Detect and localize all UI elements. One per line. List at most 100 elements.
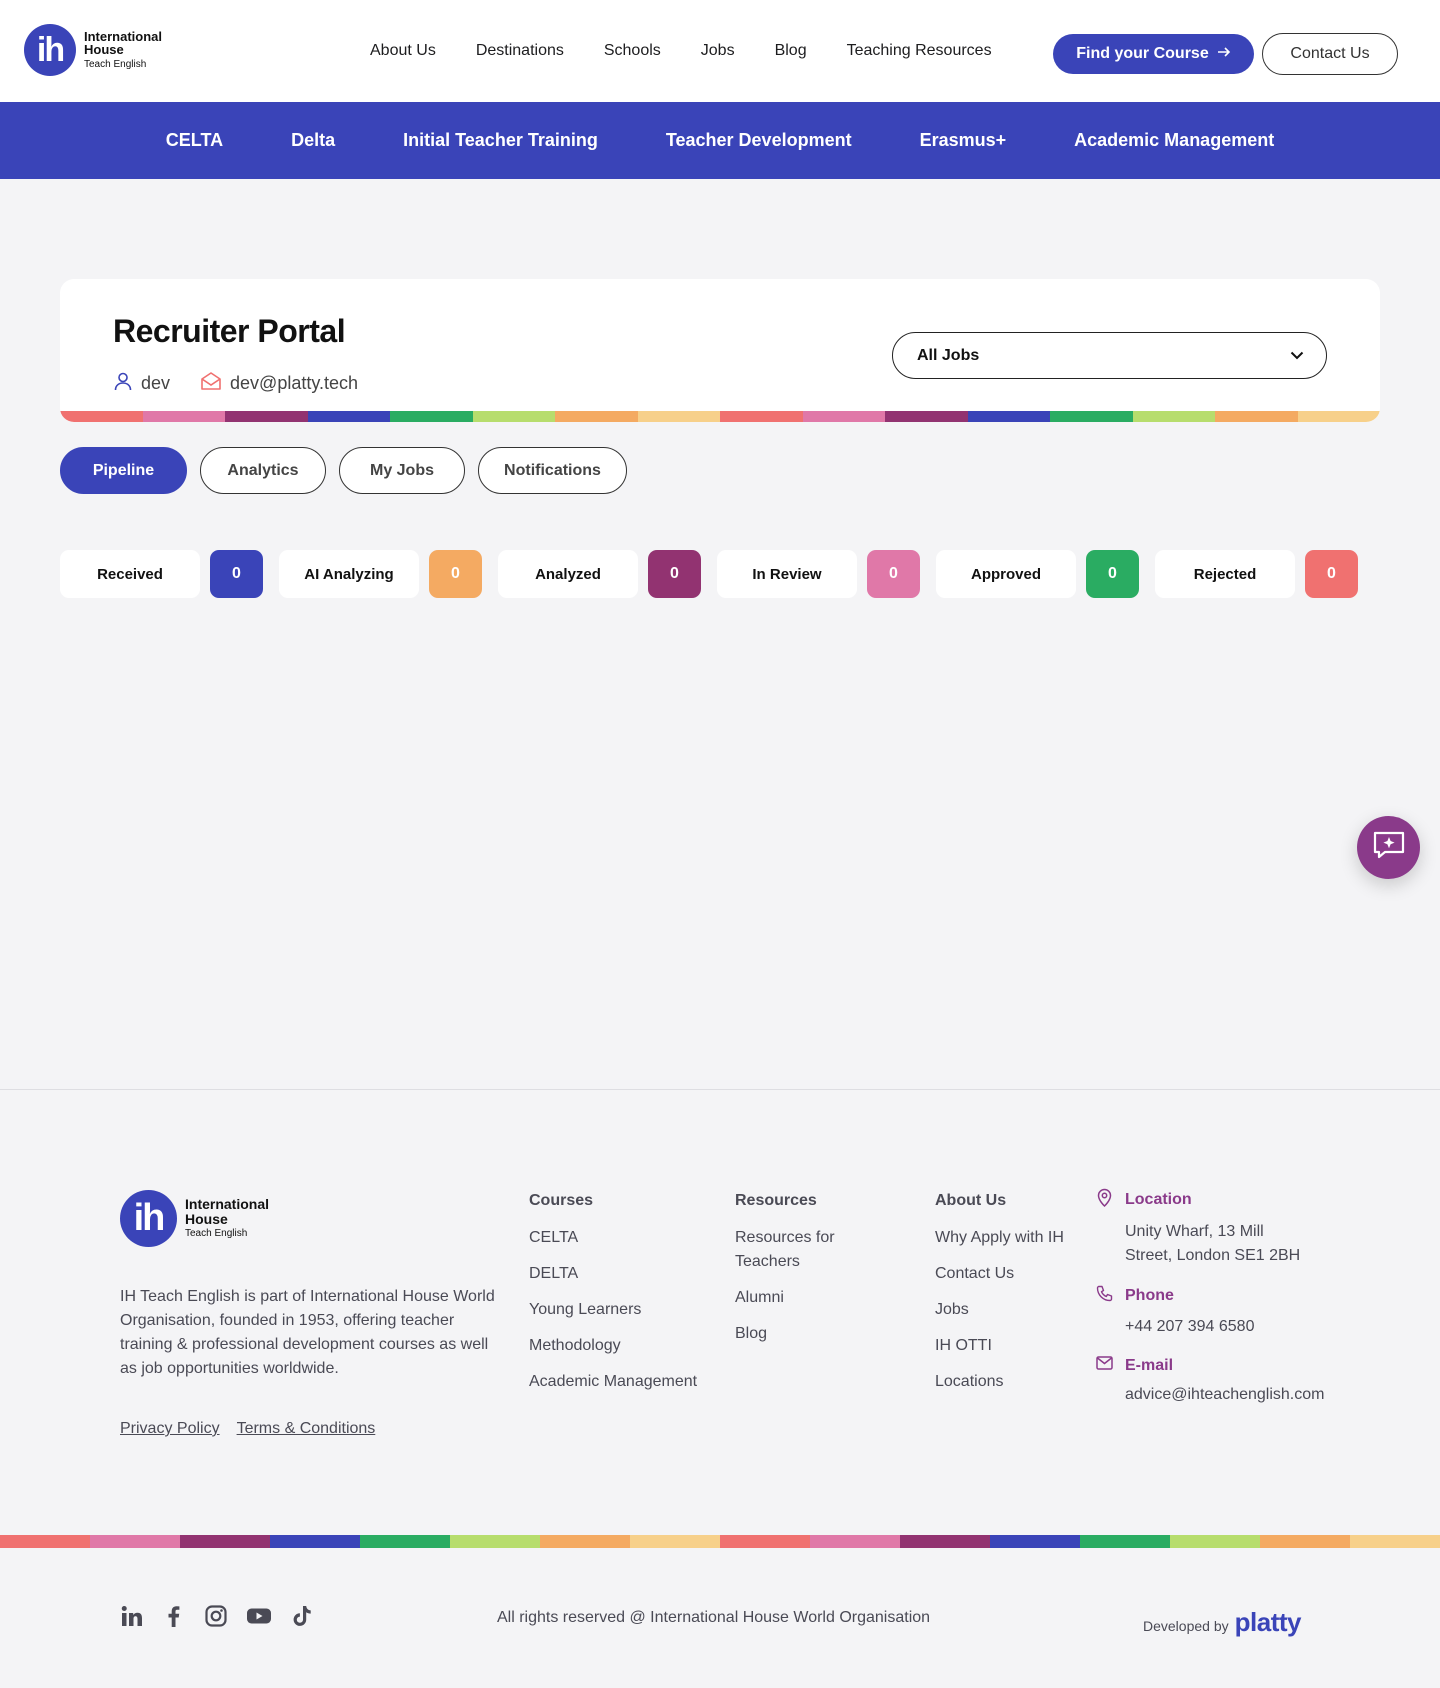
nav-jobs[interactable]: Jobs	[701, 42, 735, 60]
rainbow-segment	[225, 411, 308, 422]
footer-link-why-apply[interactable]: Why Apply with IH	[935, 1226, 1064, 1250]
portal-header-card: Recruiter Portal dev dev@platty.tech All…	[60, 279, 1380, 422]
stage-approved[interactable]: Approved 0	[936, 550, 1139, 598]
footer-link-young-learners[interactable]: Young Learners	[529, 1298, 697, 1322]
rainbow-segment	[720, 1535, 810, 1548]
terms-link[interactable]: Terms & Conditions	[237, 1420, 376, 1438]
subnav-teacher-development[interactable]: Teacher Development	[666, 130, 852, 151]
contact-us-button[interactable]: Contact Us	[1262, 33, 1398, 75]
logo-line-1: International	[185, 1196, 270, 1213]
tab-notifications[interactable]: Notifications	[478, 447, 627, 494]
rainbow-segment	[540, 1535, 630, 1548]
rainbow-segment	[1297, 411, 1380, 422]
rainbow-segment	[967, 411, 1050, 422]
rainbow-segment	[60, 411, 143, 422]
rainbow-segment	[1260, 1535, 1350, 1548]
footer-link-jobs[interactable]: Jobs	[935, 1298, 1064, 1322]
tiktok-icon[interactable]	[290, 1604, 314, 1633]
footer-heading: About Us	[935, 1192, 1007, 1209]
nav-teaching-resources[interactable]: Teaching Resources	[847, 42, 992, 60]
footer-logo[interactable]: ih International House Teach English	[120, 1190, 269, 1247]
stage-ai-analyzing[interactable]: AI Analyzing 0	[279, 550, 482, 598]
nav-blog[interactable]: Blog	[775, 42, 807, 60]
tab-analytics[interactable]: Analytics	[200, 447, 326, 494]
footer-link-alumni[interactable]: Alumni	[735, 1286, 885, 1310]
logo-mark: ih	[24, 24, 76, 76]
footer-link-academic-management[interactable]: Academic Management	[529, 1370, 697, 1394]
main-nav: About Us Destinations Schools Jobs Blog …	[370, 0, 992, 102]
rainbow-segment	[90, 1535, 180, 1548]
rainbow-segment	[630, 1535, 720, 1548]
phone-label: Phone	[1125, 1287, 1174, 1304]
rainbow-segment	[637, 411, 720, 422]
mail-icon	[1096, 1356, 1113, 1375]
subnav-academic-management[interactable]: Academic Management	[1074, 130, 1274, 151]
footer-link-celta[interactable]: CELTA	[529, 1226, 697, 1250]
user-icon	[113, 371, 141, 396]
youtube-icon[interactable]	[246, 1604, 272, 1633]
nav-schools[interactable]: Schools	[604, 42, 661, 60]
envelope-open-icon	[200, 371, 230, 396]
footer-link-resources-for-teachers[interactable]: Resources for Teachers	[735, 1226, 885, 1274]
nav-destinations[interactable]: Destinations	[476, 42, 564, 60]
page-title: Recruiter Portal	[113, 313, 346, 349]
footer-about: About Us Why Apply with IH Contact Us Jo…	[935, 1192, 1064, 1406]
subnav-celta[interactable]: CELTA	[166, 130, 223, 151]
job-filter-select[interactable]: All Jobs	[892, 332, 1327, 379]
email-label: E-mail	[1125, 1356, 1174, 1374]
developer-logo: platty	[1234, 1607, 1302, 1637]
logo-line-2: House	[84, 42, 124, 58]
rainbow-segment	[810, 1535, 900, 1548]
stage-count: 0	[210, 550, 263, 598]
copyright-text: All rights reserved @ International Hous…	[497, 1609, 931, 1626]
footer-rainbow-bar	[0, 1535, 1440, 1548]
instagram-icon[interactable]	[204, 1604, 228, 1633]
linkedin-icon[interactable]	[120, 1604, 144, 1633]
stage-label: Received	[60, 550, 200, 598]
rainbow-segment	[1132, 411, 1215, 422]
rainbow-segment	[900, 1535, 990, 1548]
chevron-down-icon	[1290, 347, 1304, 365]
user-info: dev dev@platty.tech	[113, 371, 358, 396]
stage-analyzed[interactable]: Analyzed 0	[498, 550, 701, 598]
stage-count: 0	[867, 550, 920, 598]
ai-chat-button[interactable]	[1357, 816, 1420, 879]
pipeline-stages: Received 0 AI Analyzing 0 Analyzed 0 In …	[60, 550, 1358, 598]
subnav-initial-teacher-training[interactable]: Initial Teacher Training	[403, 130, 598, 151]
footer-link-ih-otti[interactable]: IH OTTI	[935, 1334, 1064, 1358]
logo-line-2: House	[185, 1210, 228, 1227]
logo-mark: ih	[120, 1190, 177, 1247]
site-logo[interactable]: ih International House Teach English	[24, 24, 162, 76]
rainbow-segment	[885, 411, 968, 422]
stage-label: Analyzed	[498, 550, 638, 598]
find-course-button[interactable]: Find your Course	[1053, 34, 1254, 74]
developed-by-label: Developed by	[1143, 1618, 1229, 1634]
footer-link-delta[interactable]: DELTA	[529, 1262, 697, 1286]
footer-link-methodology[interactable]: Methodology	[529, 1334, 697, 1358]
subnav-delta[interactable]: Delta	[291, 130, 335, 151]
rainbow-segment	[180, 1535, 270, 1548]
phone-value[interactable]: +44 207 394 6580	[1125, 1315, 1356, 1339]
footer-link-blog[interactable]: Blog	[735, 1322, 885, 1346]
tab-pipeline[interactable]: Pipeline	[60, 447, 187, 494]
footer-link-locations[interactable]: Locations	[935, 1370, 1064, 1394]
rainbow-segment	[720, 411, 803, 422]
facebook-icon[interactable]	[162, 1604, 186, 1633]
phone-icon	[1096, 1285, 1113, 1307]
find-course-label: Find your Course	[1076, 45, 1209, 62]
footer-description: IH Teach English is part of Internationa…	[120, 1288, 495, 1377]
developed-by[interactable]: Developed by platty	[1143, 1607, 1301, 1638]
portal-tabs: Pipeline Analytics My Jobs Notifications	[60, 447, 627, 494]
privacy-policy-link[interactable]: Privacy Policy	[120, 1420, 220, 1438]
footer-contact: Location Unity Wharf, 13 Mill Street, Lo…	[1096, 1188, 1356, 1424]
job-filter-value: All Jobs	[917, 346, 980, 364]
stage-received[interactable]: Received 0	[60, 550, 263, 598]
stage-rejected[interactable]: Rejected 0	[1155, 550, 1358, 598]
nav-about-us[interactable]: About Us	[370, 42, 436, 60]
email-value[interactable]: advice@ihteachenglish.com	[1125, 1383, 1356, 1407]
footer-link-contact-us[interactable]: Contact Us	[935, 1262, 1064, 1286]
tab-my-jobs[interactable]: My Jobs	[339, 447, 465, 494]
subnav-erasmus[interactable]: Erasmus+	[920, 130, 1007, 151]
stage-in-review[interactable]: In Review 0	[717, 550, 920, 598]
rainbow-segment	[472, 411, 555, 422]
